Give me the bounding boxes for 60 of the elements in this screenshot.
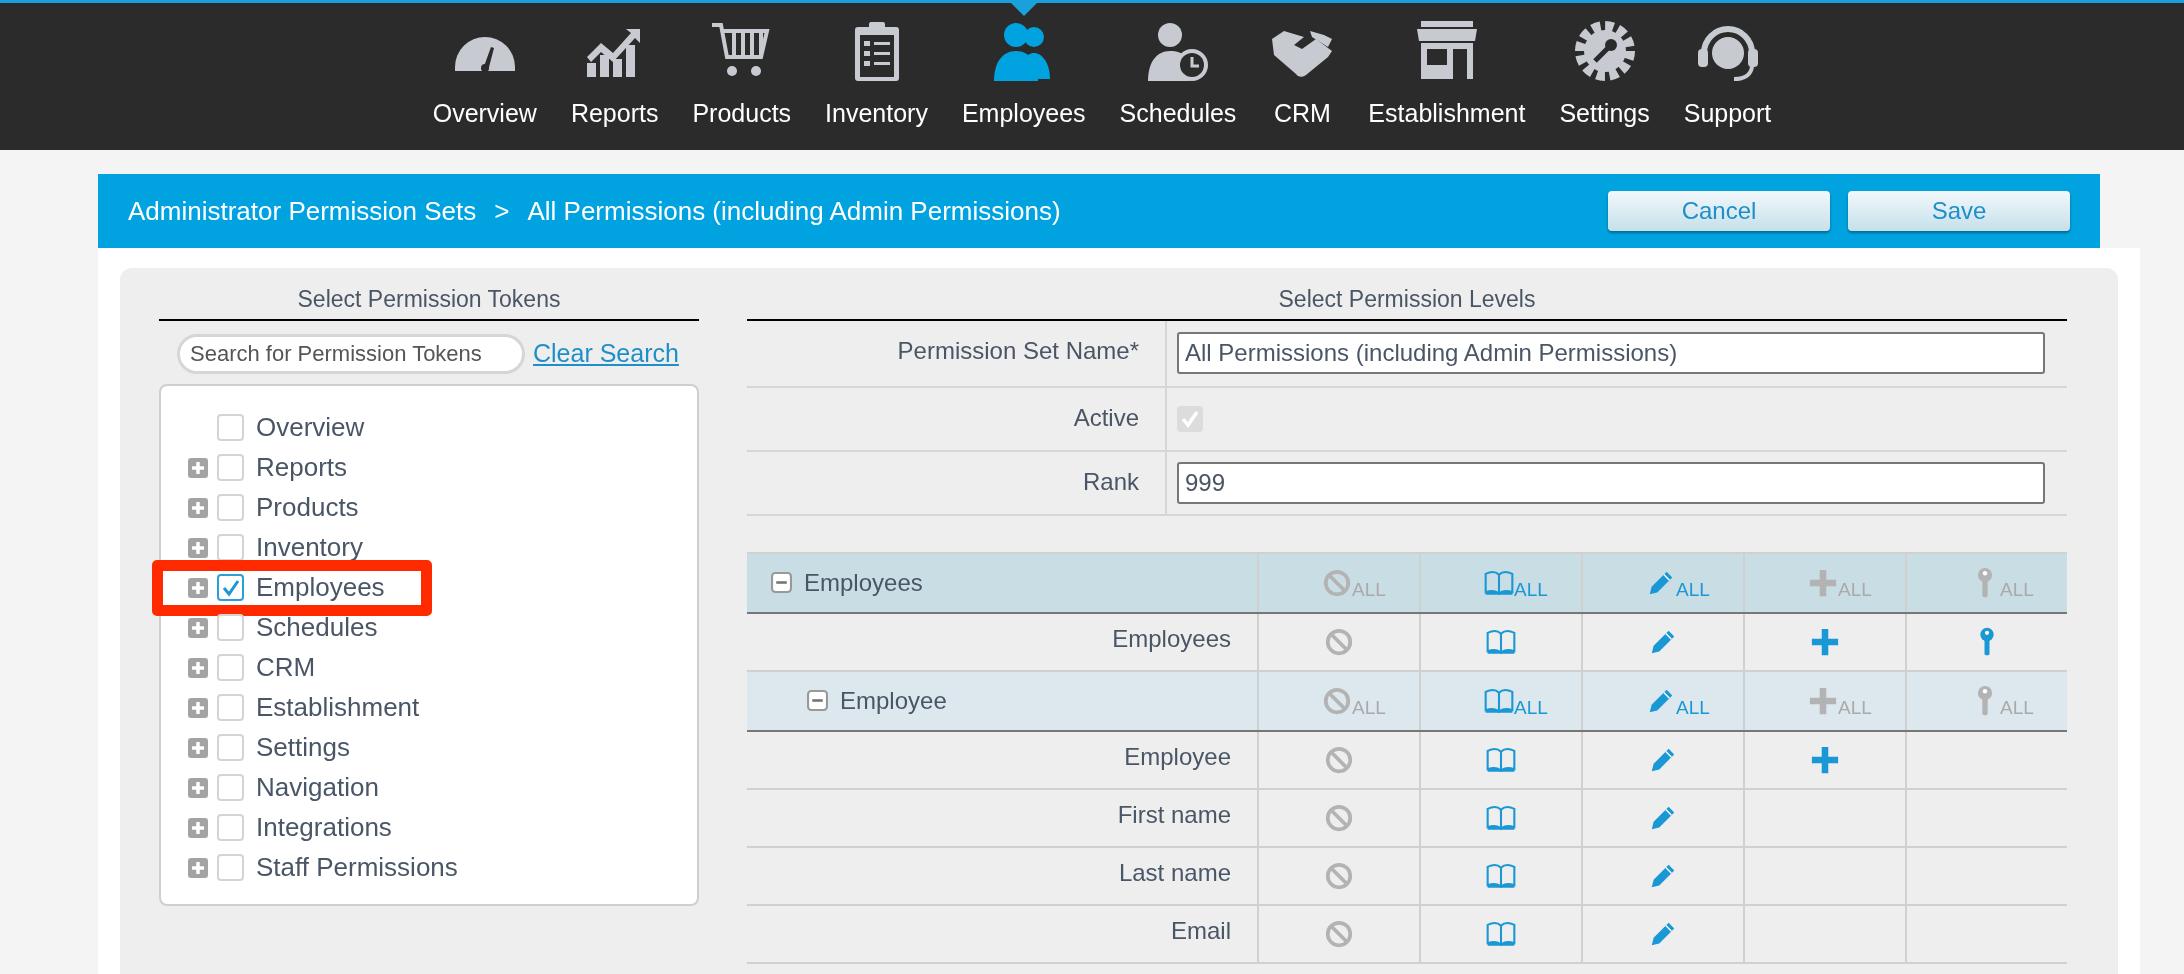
permission-label: First name [1116,799,1232,830]
gear-icon [1572,19,1637,83]
block-icon[interactable] [1324,802,1354,833]
block-icon[interactable] [1324,626,1354,657]
permission-label: Employees [1111,623,1232,654]
permission-label: Employee [1123,741,1232,772]
permission-label: Last name [1117,857,1232,888]
block-icon[interactable] [1324,918,1354,949]
token-label[interactable]: Employees [256,568,385,607]
block-icon[interactable] [1324,744,1354,775]
search-field[interactable]: Search for Permission Tokens [177,333,525,374]
nav-tab[interactable]: Schedules [1119,3,1237,150]
nav-tab[interactable]: Reports [570,3,659,150]
section-heading: Select Permission Levels [747,282,2067,321]
token-label[interactable]: CRM [256,648,316,687]
nav-tab[interactable]: Overview [432,3,537,150]
nav-tab[interactable]: Support [1683,3,1772,150]
permission-label: Email [1170,915,1232,946]
nav-tab[interactable]: Products [692,3,792,150]
checkbox[interactable] [217,774,244,801]
token-label[interactable]: Establishment [256,688,420,727]
breadcrumb-separator: > [494,194,510,228]
checkbox[interactable] [217,574,244,601]
checkbox[interactable] [217,654,244,681]
checkbox[interactable] [217,534,244,561]
breadcrumb-item: All Permissions (including Admin Permissions) [527,194,1061,228]
pointer-icon [1010,3,1037,16]
block-icon[interactable] [1324,860,1354,891]
token-label[interactable]: Overview [256,408,365,447]
field-label: Rank [747,451,1167,514]
group-label: Employee [840,685,947,716]
checkbox[interactable] [217,614,244,641]
checkbox[interactable] [217,734,244,761]
token-label[interactable]: Staff Permissions [256,848,458,887]
nav-tab[interactable]: Employees [961,3,1086,150]
token-label[interactable]: Navigation [256,768,379,807]
group-label: Employees [804,567,923,598]
field-label: Active [747,387,1167,450]
text-input[interactable]: 999 [1177,461,2045,504]
nav-tab[interactable]: Inventory [825,3,928,150]
nav-tab[interactable]: Settings [1559,3,1650,150]
checkbox[interactable] [217,414,244,441]
checkbox[interactable] [217,454,244,481]
nav-tab[interactable]: Establishment [1368,3,1526,150]
checkbox[interactable] [217,494,244,521]
checkbox[interactable] [217,814,244,841]
token-label[interactable]: Integrations [256,808,392,847]
token-label[interactable]: Settings [256,728,350,767]
checkbox[interactable] [217,694,244,721]
section-heading: Select Permission Tokens [159,282,699,321]
text-input[interactable]: All Permissions (including Admin Permissions) [1177,332,2045,374]
token-label[interactable]: Reports [256,448,348,487]
field-label: Permission Set Name* [747,320,1167,386]
token-label[interactable]: Inventory [256,528,363,567]
nav-tab[interactable]: CRM [1270,3,1335,150]
plus-icon[interactable] [1810,744,1840,775]
checkbox[interactable] [217,854,244,881]
token-label[interactable]: Schedules [256,608,378,647]
plus-icon[interactable] [1810,626,1840,657]
token-label[interactable]: Products [256,488,359,527]
